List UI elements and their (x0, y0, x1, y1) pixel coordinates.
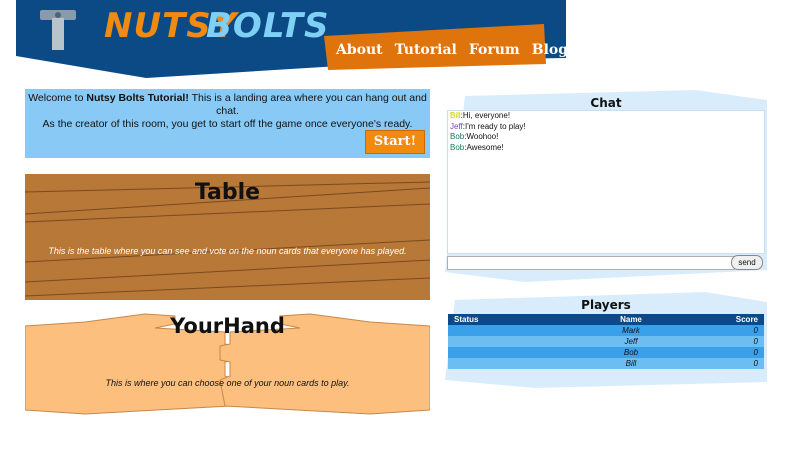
player-status (448, 358, 550, 369)
table-row: Jeff 0 (448, 336, 764, 347)
nav-about-link[interactable]: About (336, 42, 383, 58)
main-nav: About Tutorial Forum Blog (336, 42, 568, 58)
chat-log: Bill:Hi, everyone! Jeff:I'm ready to pla… (447, 110, 765, 254)
player-status (448, 325, 550, 336)
players-header-row: Status Name Score (448, 314, 764, 325)
chat-text: Woohoo! (466, 132, 499, 141)
player-status (448, 336, 550, 347)
status-column-header: Status (448, 314, 550, 325)
send-button[interactable]: send (731, 255, 763, 270)
chat-user: Bob (450, 132, 465, 141)
chat-message: Bill:Hi, everyone! (450, 111, 511, 120)
table-description: This is the table where you can see and … (48, 246, 407, 256)
hand-area: YourHand This is where you can choose on… (25, 310, 430, 420)
chat-text: I'm ready to play! (464, 121, 526, 131)
hammer-logo-icon (40, 10, 76, 50)
chat-panel: Chat Bill:Hi, everyone! Jeff:I'm ready t… (445, 90, 767, 282)
player-status (448, 347, 550, 358)
player-score: 0 (712, 358, 764, 369)
site-header: NUTSY BOLTS About Tutorial Forum Blog (16, 0, 568, 78)
nav-tutorial-link[interactable]: Tutorial (395, 42, 457, 58)
table-row: Mark 0 (448, 325, 764, 336)
table-row: Bill 0 (448, 358, 764, 369)
start-button[interactable]: Start! (365, 130, 425, 154)
chat-user: Jeff (450, 121, 463, 131)
chat-message: Bob:Awesome! (450, 142, 504, 152)
player-name: Jeff (550, 336, 712, 347)
name-column-header: Name (550, 314, 712, 325)
chat-text: Awesome! (466, 142, 504, 152)
player-name: Bob (550, 347, 712, 358)
players-panel: Players Status Name Score Mark 0 Jeff 0 … (445, 292, 767, 388)
chat-text: Hi, everyone! (462, 111, 511, 120)
players-table: Status Name Score Mark 0 Jeff 0 Bob 0 Bi… (448, 314, 764, 369)
chat-message: Bob:Woohoo! (450, 132, 499, 141)
player-score: 0 (712, 336, 764, 347)
welcome-line1-rest: This is a landing area where you can han… (188, 92, 427, 117)
table-row: Bob 0 (448, 347, 764, 358)
table-title: Table (194, 180, 261, 205)
chat-title: Chat (590, 96, 622, 110)
nav-forum-link[interactable]: Forum (469, 42, 520, 58)
player-name: Bill (550, 358, 712, 369)
chat-user: Bill (450, 111, 461, 120)
table-area: Table This is the table where you can se… (25, 174, 430, 300)
player-name: Mark (550, 325, 712, 336)
nav-blog-link[interactable]: Blog (532, 42, 568, 58)
players-title: Players (581, 298, 631, 312)
chat-message: Jeff:I'm ready to play! (450, 121, 526, 131)
logo-bolts-text: BOLTS (206, 6, 330, 46)
welcome-lead: Welcome to (28, 92, 87, 104)
chat-user: Bob (450, 142, 465, 152)
welcome-line2: As the creator of this room, you get to … (42, 118, 413, 130)
player-score: 0 (712, 347, 764, 358)
score-column-header: Score (712, 314, 764, 325)
hand-description: This is where you can choose one of your… (105, 378, 350, 388)
welcome-message: Welcome to Nutsy Bolts Tutorial! This is… (25, 92, 430, 131)
chat-input[interactable] (447, 256, 735, 270)
hand-title: YourHand (170, 314, 285, 338)
player-score: 0 (712, 325, 764, 336)
room-name: Nutsy Bolts Tutorial! (86, 92, 189, 104)
